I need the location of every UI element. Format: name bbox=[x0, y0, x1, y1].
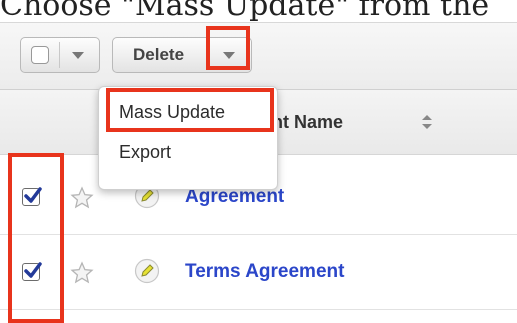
checkbox-checked-icon bbox=[24, 187, 42, 203]
actions-dropdown-menu: Mass Update Export bbox=[98, 86, 278, 190]
column-header-name[interactable]: nt Name bbox=[272, 90, 343, 154]
menu-item-mass-update[interactable]: Mass Update bbox=[99, 95, 277, 129]
table-row: Terms Agreement bbox=[0, 235, 517, 310]
chevron-down-icon[interactable] bbox=[223, 52, 235, 59]
list-toolbar: Delete bbox=[0, 23, 517, 90]
checkbox-checked-icon bbox=[24, 262, 42, 278]
select-all-button[interactable] bbox=[20, 37, 100, 73]
star-icon[interactable] bbox=[70, 186, 94, 210]
button-divider bbox=[206, 42, 207, 68]
list-view-panel: Delete nt Name Agreement Terms Agreement… bbox=[0, 22, 517, 323]
select-all-checkbox[interactable] bbox=[31, 46, 49, 64]
chevron-down-icon[interactable] bbox=[72, 52, 84, 59]
button-divider bbox=[59, 42, 60, 68]
delete-button-label: Delete bbox=[133, 45, 185, 64]
delete-button[interactable]: Delete bbox=[112, 37, 252, 73]
row-checkbox[interactable] bbox=[22, 187, 42, 206]
menu-item-export[interactable]: Export bbox=[99, 135, 277, 169]
pencil-edit-icon[interactable] bbox=[134, 258, 160, 284]
sort-icon[interactable] bbox=[421, 114, 433, 130]
record-name-link[interactable]: Terms Agreement bbox=[185, 235, 344, 309]
star-icon[interactable] bbox=[70, 261, 94, 285]
row-checkbox[interactable] bbox=[22, 262, 42, 281]
